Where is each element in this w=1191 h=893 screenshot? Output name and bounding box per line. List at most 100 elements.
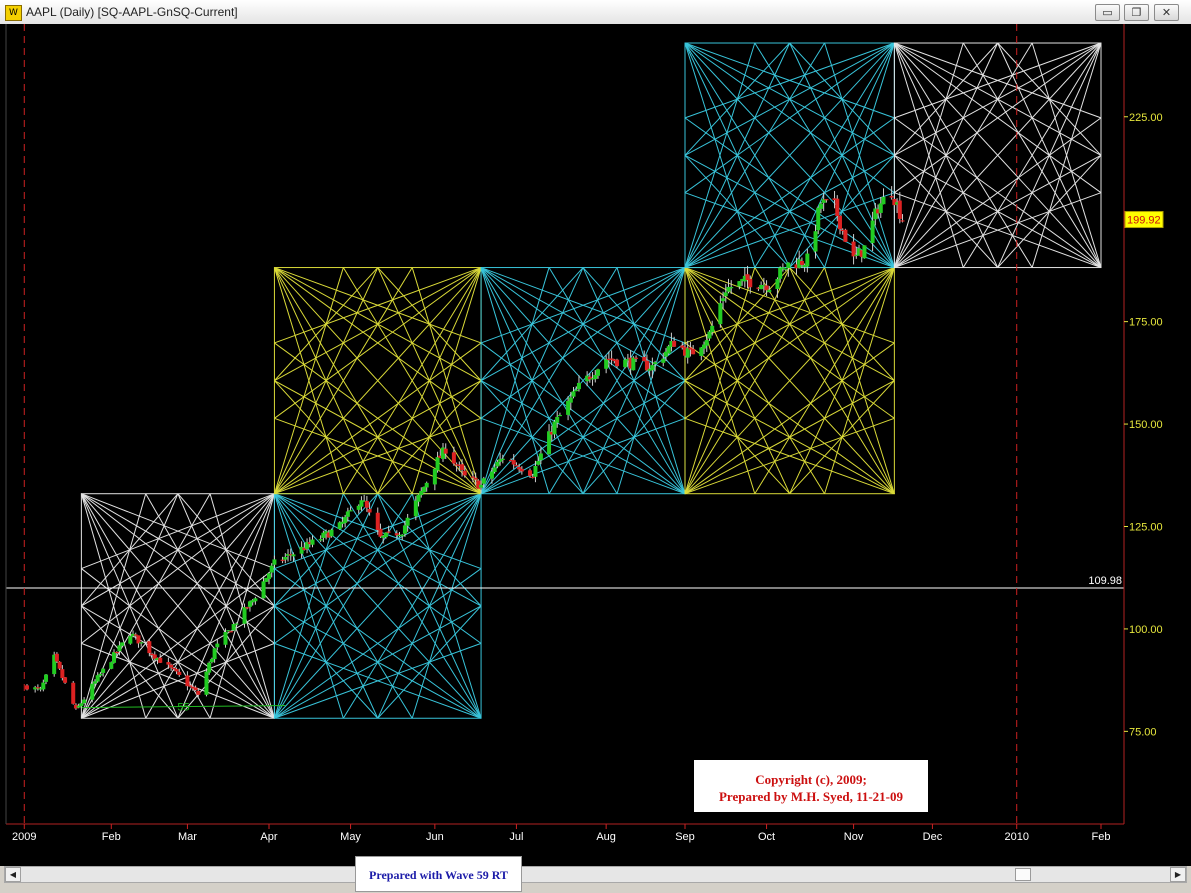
candle	[691, 345, 696, 355]
candle-body	[595, 369, 600, 376]
candle-body	[400, 534, 405, 537]
x-tick-label: Apr	[260, 831, 277, 843]
candle-body	[451, 452, 456, 464]
candle-body	[843, 229, 848, 242]
x-tick-label: Dec	[923, 831, 943, 843]
y-tick-label: 225.00	[1129, 112, 1163, 124]
candle-body	[416, 494, 421, 502]
gann-square-yellow-4	[684, 267, 895, 495]
candle-body	[63, 677, 68, 683]
gann-square-white-6	[893, 42, 1102, 269]
candle-body	[615, 359, 620, 367]
gann-square-yellow-2	[273, 267, 482, 495]
candle-body	[212, 648, 217, 660]
horizontal-scrollbar[interactable]: ◀ ▶	[4, 866, 1187, 883]
chart-area[interactable]: 55 225.00 175.00 150.00 125.00 100.00 75.00 20…	[0, 24, 1191, 866]
x-tick-label: Feb	[102, 831, 121, 843]
candle-body	[386, 531, 391, 533]
candle-body	[557, 414, 562, 417]
candle	[451, 446, 456, 466]
candle	[797, 250, 802, 269]
candle-body	[767, 289, 772, 293]
price-chart[interactable]: 55 225.00 175.00 150.00 125.00 100.00 75.00 20…	[0, 24, 1191, 866]
candle-body	[723, 292, 728, 297]
candle-body	[824, 199, 829, 201]
candle-body	[253, 598, 258, 602]
candle-body	[234, 623, 239, 625]
scroll-thumb[interactable]	[1015, 868, 1031, 881]
candle	[71, 681, 76, 705]
candle-body	[223, 632, 228, 645]
candle-body	[799, 260, 804, 265]
candle	[305, 538, 310, 554]
candle-body	[112, 652, 117, 663]
scroll-left-arrow-icon[interactable]: ◀	[5, 867, 21, 882]
candle-body	[98, 673, 103, 676]
wave59-tag: Prepared with Wave 59 RT	[355, 856, 522, 892]
candle	[112, 649, 117, 664]
candle-body	[435, 457, 440, 471]
candle-body	[775, 279, 780, 289]
candle-body	[691, 348, 696, 355]
candle-body	[479, 484, 484, 488]
candle-body	[343, 516, 348, 523]
candle	[571, 386, 576, 399]
app-icon: W	[5, 5, 22, 21]
x-tick-label: Sep	[675, 831, 695, 843]
candle-body	[889, 196, 894, 198]
minimize-button[interactable]: ▭	[1095, 4, 1120, 21]
gann-square-cyan-5	[684, 42, 895, 269]
candle	[816, 206, 821, 235]
scroll-right-arrow-icon[interactable]: ▶	[1170, 867, 1186, 882]
candle	[63, 676, 68, 684]
candle	[362, 494, 367, 502]
candle	[185, 671, 190, 691]
restore-button[interactable]: ❐	[1124, 4, 1149, 21]
candle-body	[185, 675, 190, 687]
candle-body	[721, 298, 726, 302]
candle	[147, 638, 152, 657]
candle-body	[117, 645, 122, 652]
y-tick-label: 125.00	[1129, 521, 1163, 533]
candle-body	[780, 267, 785, 269]
y-tick-label: 175.00	[1129, 317, 1163, 329]
candle-body	[329, 529, 334, 537]
candle	[699, 346, 704, 361]
candle-body	[473, 477, 478, 480]
candle-body	[114, 651, 119, 654]
candle-body	[228, 631, 233, 633]
candle	[139, 642, 144, 647]
candle	[54, 652, 59, 663]
x-tick-label: Oct	[758, 831, 775, 843]
gann-square-cyan-3	[480, 267, 686, 495]
candle	[650, 357, 655, 379]
candle-body	[413, 500, 418, 517]
candle-body	[60, 669, 65, 679]
candle-body	[536, 461, 541, 465]
candle-body	[90, 683, 95, 700]
y-tick-label: 100.00	[1129, 624, 1163, 636]
candle-body	[704, 340, 709, 346]
candle-body	[375, 512, 380, 530]
candle-body	[631, 357, 636, 371]
candle-body	[492, 467, 497, 472]
candle	[35, 684, 40, 691]
candle-body	[460, 464, 465, 470]
candle-body	[193, 687, 198, 691]
copyright-line-1: Copyright (c), 2009;	[755, 772, 867, 787]
candle-body	[816, 207, 821, 231]
candle-body	[242, 606, 247, 624]
candle-body	[44, 674, 49, 682]
candle-body	[421, 486, 426, 493]
candle-body	[566, 400, 571, 415]
y-tick-label: 75.00	[1129, 726, 1157, 738]
close-button[interactable]: ✕	[1154, 4, 1179, 21]
candle-body	[764, 285, 769, 291]
candle-body	[661, 358, 666, 363]
candle	[158, 653, 163, 664]
candle-body	[204, 671, 209, 695]
cycle-marker-label: 55	[177, 702, 189, 714]
candle-body	[530, 476, 535, 479]
candle-body	[25, 685, 29, 690]
gann-squares	[80, 42, 1102, 719]
